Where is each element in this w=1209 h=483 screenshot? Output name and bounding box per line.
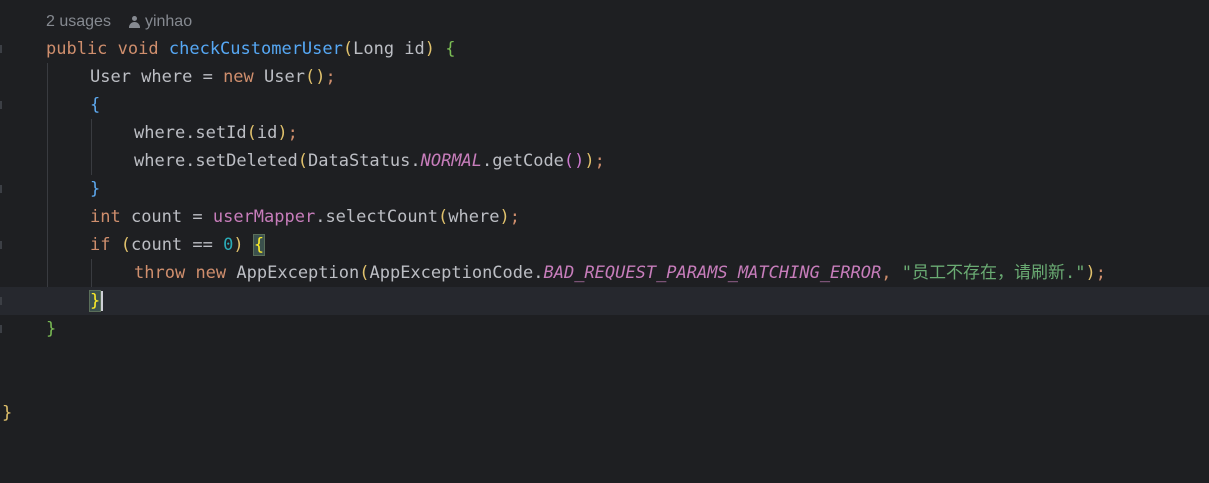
code-token: .getCode — [482, 151, 564, 171]
code-token: ) — [315, 67, 326, 87]
code-token: ) — [233, 235, 244, 255]
code-token: ( — [297, 151, 309, 171]
code-token: { — [445, 39, 456, 59]
code-token: 0 — [223, 235, 234, 255]
code-token: Long id — [353, 39, 425, 59]
code-token: ) — [499, 207, 510, 227]
code-token: } — [46, 319, 57, 339]
code-token: ( — [246, 123, 257, 143]
code-token: .selectCount — [315, 207, 439, 227]
code-token: ( — [438, 207, 449, 227]
author-hint[interactable]: yinhao — [128, 13, 193, 31]
code-line-current[interactable]: } — [0, 287, 1209, 315]
code-token: BAD_REQUEST_PARAMS_MATCHING_ERROR — [543, 263, 882, 283]
code-token: userMapper — [212, 207, 316, 227]
fold-marker[interactable] — [0, 101, 2, 109]
fold-marker[interactable] — [0, 241, 2, 249]
code-token: count == — [130, 235, 224, 255]
code-line[interactable]: where.setDeleted(DataStatus.NORMAL.getCo… — [0, 147, 1209, 175]
code-token: ; — [287, 123, 298, 143]
code-line[interactable]: int count = userMapper.selectCount(where… — [0, 203, 1209, 231]
code-token: ) — [584, 151, 595, 171]
usages-hint[interactable]: 2 usages — [46, 13, 111, 31]
code-token: ) — [424, 39, 436, 59]
code-token: AppException — [236, 263, 360, 283]
code-line[interactable]: } — [0, 315, 1209, 343]
code-line[interactable]: where.setId(id); — [0, 119, 1209, 147]
author-name: yinhao — [144, 13, 193, 30]
code-token: ) — [277, 123, 288, 143]
code-line[interactable]: if (count == 0) { — [0, 231, 1209, 259]
code-token: ; — [509, 207, 520, 227]
code-token: , — [881, 263, 902, 283]
code-line[interactable] — [0, 343, 1209, 371]
code-token: AppExceptionCode. — [369, 263, 544, 283]
code-token: { — [90, 95, 101, 115]
code-token: if — [90, 235, 111, 255]
fold-marker[interactable] — [0, 325, 2, 333]
fold-marker[interactable] — [0, 185, 2, 193]
code-token: void — [117, 39, 159, 59]
code-token: ( — [563, 151, 575, 171]
code-token: ; — [594, 151, 605, 171]
code-line[interactable]: User where = new User(); — [0, 63, 1209, 91]
code-line[interactable]: } — [0, 175, 1209, 203]
code-token: User where = — [90, 67, 224, 87]
fold-marker[interactable] — [0, 45, 2, 53]
code-token: where.setId — [134, 123, 247, 143]
code-token: ; — [325, 67, 336, 87]
code-line[interactable] — [0, 371, 1209, 399]
code-token: count = — [120, 207, 213, 227]
code-token: } — [90, 179, 101, 199]
code-token: } — [88, 290, 102, 312]
code-line[interactable]: } — [0, 399, 1209, 427]
code-token: ) — [1085, 263, 1096, 283]
code-token: } — [2, 403, 13, 423]
code-token: new — [195, 263, 227, 283]
code-token: public — [46, 39, 108, 59]
code-line[interactable]: throw new AppException(AppExceptionCode.… — [0, 259, 1209, 287]
code-token: "员工不存在，请刷新." — [901, 263, 1086, 283]
inlay-hint[interactable]: 2 usages yinhao — [46, 11, 192, 33]
person-icon — [128, 16, 140, 28]
text-caret — [101, 291, 104, 311]
code-token: NORMAL — [420, 151, 483, 171]
code-token: id — [256, 123, 278, 143]
code-token: ( — [342, 39, 354, 59]
code-token: { — [252, 234, 266, 256]
code-token: DataStatus. — [308, 151, 421, 171]
code-token: User — [264, 67, 305, 87]
code-token: ( — [120, 235, 131, 255]
method-name: checkCustomerUser — [168, 39, 343, 59]
fold-marker[interactable] — [0, 297, 2, 305]
code-token: new — [223, 67, 254, 87]
code-editor[interactable]: 2 usages yinhao public void checkCustome… — [0, 0, 1209, 437]
code-token: where.setDeleted — [134, 151, 298, 171]
code-token: throw — [134, 263, 186, 283]
code-token: ) — [574, 151, 585, 171]
code-token: ( — [304, 67, 316, 87]
code-line[interactable]: public void checkCustomerUser(Long id) { — [0, 35, 1209, 63]
code-token: where — [448, 207, 500, 227]
code-line[interactable]: { — [0, 91, 1209, 119]
code-token: ( — [359, 263, 370, 283]
code-token: ; — [1095, 263, 1106, 283]
code-token: int — [90, 207, 121, 227]
